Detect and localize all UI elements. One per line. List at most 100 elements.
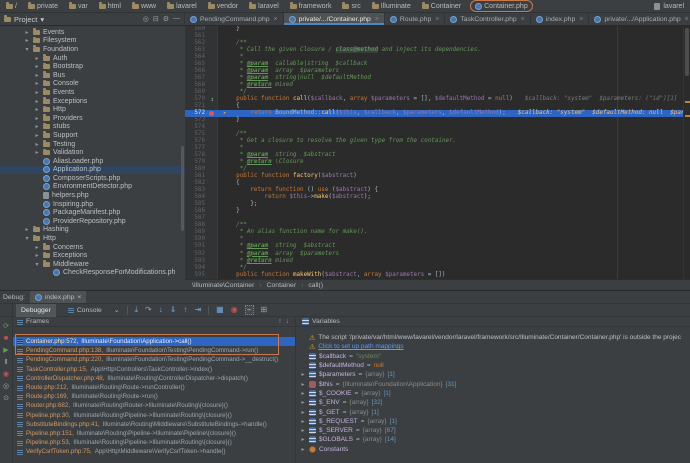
chevron-right-icon[interactable]: ▸ xyxy=(34,244,40,251)
tree-item-testing[interactable]: ▸Testing xyxy=(0,140,185,149)
gutter-line-number[interactable]: 564 xyxy=(185,54,218,61)
variable-row[interactable]: ▸$GLOBALS = {array} [14] xyxy=(296,435,690,444)
code-line[interactable]: 581 public function factory($abstract) xyxy=(185,173,690,180)
gutter-line-number[interactable]: 580 xyxy=(185,166,218,173)
project-panel-header[interactable]: Project ▾ ◎⊟⚙— xyxy=(0,13,185,25)
chevron-right-icon[interactable]: ▸ xyxy=(300,381,306,388)
tree-item-packagemanifest-php[interactable]: PackageManifest.php xyxy=(0,208,185,217)
step-into-icon[interactable]: ↓ xyxy=(159,306,163,314)
gutter-line-number[interactable]: 588 xyxy=(185,222,218,229)
stack-frame-row[interactable]: Pipeline.php:30, Illuminate\Routing\Pipe… xyxy=(13,411,295,420)
tab-debugger[interactable]: Debugger xyxy=(16,304,56,317)
implements-method-icon[interactable]: ↥ xyxy=(210,96,214,103)
tree-item-support[interactable]: ▸Support xyxy=(0,131,185,140)
tree-item-providerrepository-php[interactable]: ProviderRepository.php xyxy=(0,217,185,226)
breadcrumb-item[interactable]: Container xyxy=(420,0,463,12)
stack-frame-row[interactable]: Route.php:212, Illuminate\Routing\Route-… xyxy=(13,383,295,392)
variable-row[interactable]: ▸$_SERVER = {array} [67] xyxy=(296,426,690,435)
rerun-icon[interactable]: ⟳ xyxy=(3,323,9,330)
stack-frame-row[interactable]: VerifyCsrfToken.php:75, App\Http\Middlew… xyxy=(13,447,295,456)
breadcrumb-item[interactable]: Container.php xyxy=(470,0,533,12)
gutter-line-number[interactable]: 572 xyxy=(185,110,218,117)
stack-frame-row[interactable]: Route.php:169, Illuminate\Routing\Route-… xyxy=(13,392,295,401)
code-line[interactable]: 572 return BoundMethod::call($this, $cal… xyxy=(185,110,690,117)
chevron-right-icon[interactable]: ▸ xyxy=(34,123,40,130)
gutter-line-number[interactable]: 562 xyxy=(185,40,218,47)
variable-row[interactable]: ▸$parameters = {array} [1] xyxy=(296,370,690,379)
variable-row[interactable]: ▸Constants xyxy=(296,445,690,454)
tree-item-validation[interactable]: ▸Validation xyxy=(0,148,185,157)
gutter-line-number[interactable]: 577 xyxy=(185,145,218,152)
editor-breadcrumb-item[interactable]: \Illuminate\Container xyxy=(192,282,254,289)
path-mappings-link[interactable]: Click to set up path mappings xyxy=(318,343,403,350)
gutter-line-number[interactable]: 586 xyxy=(185,208,218,215)
code-line[interactable]: 583 return function () use ($abstract) { xyxy=(185,187,690,194)
chevron-down-icon[interactable]: ▾ xyxy=(34,261,40,268)
force-step-into-icon[interactable]: ⇓ xyxy=(170,306,177,314)
gutter-line-number[interactable]: 565 xyxy=(185,61,218,68)
chevron-right-icon[interactable]: ▸ xyxy=(34,80,40,87)
code-line[interactable]: 582 { xyxy=(185,180,690,187)
close-icon[interactable]: × xyxy=(579,16,583,23)
step-out-icon[interactable]: ↑ xyxy=(183,306,187,314)
chevron-right-icon[interactable]: ▸ xyxy=(300,409,306,416)
code-line[interactable]: 564 * xyxy=(185,54,690,61)
close-icon[interactable]: × xyxy=(274,16,278,23)
tree-item-http[interactable]: ▸Http xyxy=(0,105,185,114)
gutter-line-number[interactable]: 583 xyxy=(185,187,218,194)
breadcrumb-item[interactable]: src xyxy=(340,0,362,12)
code-line[interactable]: 578 * @param string $abstract xyxy=(185,152,690,159)
chevron-right-icon[interactable]: ▸ xyxy=(34,106,40,113)
gutter-line-number[interactable]: 587 xyxy=(185,215,218,222)
pause-icon[interactable]: Ⅱ xyxy=(4,359,7,366)
chevron-right-icon[interactable]: ▸ xyxy=(34,72,40,79)
stripe-mark[interactable] xyxy=(685,115,690,117)
gutter-line-number[interactable]: 560 xyxy=(185,26,218,33)
tree-scrollbar[interactable] xyxy=(181,146,184,231)
stack-frame-row[interactable]: SubstituteBindings.php:41, Illuminate\Ro… xyxy=(13,420,295,429)
tree-item-console[interactable]: ▸Console xyxy=(0,80,185,89)
gutter-line-number[interactable]: 585 xyxy=(185,201,218,208)
code-line[interactable]: 590 * xyxy=(185,236,690,243)
mute-breakpoints-icon[interactable]: ◉ xyxy=(231,306,238,314)
variable-row[interactable]: ▸$_REQUEST = {array} [1] xyxy=(296,417,690,426)
chevron-right-icon[interactable]: ▸ xyxy=(300,446,306,453)
chevron-down-icon[interactable]: ▾ xyxy=(24,46,30,53)
debug-session-tab[interactable]: index.php × xyxy=(30,291,86,303)
breadcrumb-item[interactable]: html xyxy=(97,0,123,12)
tree-item-auth[interactable]: ▸Auth xyxy=(0,54,185,63)
gutter-line-number[interactable]: 575 xyxy=(185,131,218,138)
gutter-line-number[interactable]: 573 xyxy=(185,117,218,124)
gutter-line-number[interactable]: 595 xyxy=(185,272,218,279)
code-line[interactable]: 589 * An alias function name for make(). xyxy=(185,229,690,236)
tree-item-exceptions[interactable]: ▸Exceptions xyxy=(0,251,185,260)
gutter-line-number[interactable]: 579 xyxy=(185,159,218,166)
chevron-down-icon[interactable]: ⌄ xyxy=(114,306,120,314)
code-line[interactable]: 588 /** xyxy=(185,222,690,229)
gutter-line-number[interactable]: 566 xyxy=(185,68,218,75)
gutter-line-number[interactable]: 584 xyxy=(185,194,218,201)
variable-row[interactable]: ▸$_ENV = {array} [32] xyxy=(296,398,690,407)
tree-item-inspiring-php[interactable]: Inspiring.php xyxy=(0,200,185,209)
editor-tab[interactable]: PendingCommand.php× xyxy=(185,13,284,25)
chevron-right-icon[interactable]: ▸ xyxy=(34,89,40,96)
editor-tab[interactable]: private/.../Container.php× xyxy=(284,13,385,25)
code-line[interactable]: 561 xyxy=(185,33,690,40)
stack-frame-row[interactable]: Router.php:682, Illuminate\Routing\Route… xyxy=(13,401,295,410)
resume-icon[interactable]: ▶ xyxy=(3,347,8,354)
breadcrumb-item[interactable]: lavarel xyxy=(165,0,199,12)
gutter-line-number[interactable]: 594 xyxy=(185,265,218,272)
gutter-line-number[interactable]: 593 xyxy=(185,258,218,265)
gutter-line-number[interactable]: 561 xyxy=(185,33,218,40)
chevron-right-icon[interactable]: ▸ xyxy=(34,55,40,62)
path-mappings-link-row[interactable]: ⚠Click to set up path mappings xyxy=(296,342,690,351)
breadcrumb-item[interactable]: private xyxy=(26,0,60,12)
gutter-line-number[interactable]: 576 xyxy=(185,138,218,145)
code-line[interactable]: 568 * @return mixed xyxy=(185,82,690,89)
editor-scrollbar-thumb[interactable] xyxy=(685,28,689,76)
tree-item-stubs[interactable]: ▸stubs xyxy=(0,123,185,132)
code-line[interactable]: 573 } xyxy=(185,117,690,124)
stack-frame-row[interactable]: Pipeline.php:151, Illuminate\Routing\Pip… xyxy=(13,429,295,438)
collapse-all-icon[interactable]: ⊟ xyxy=(153,15,159,23)
breadcrumb-item[interactable]: laravel xyxy=(247,0,281,12)
